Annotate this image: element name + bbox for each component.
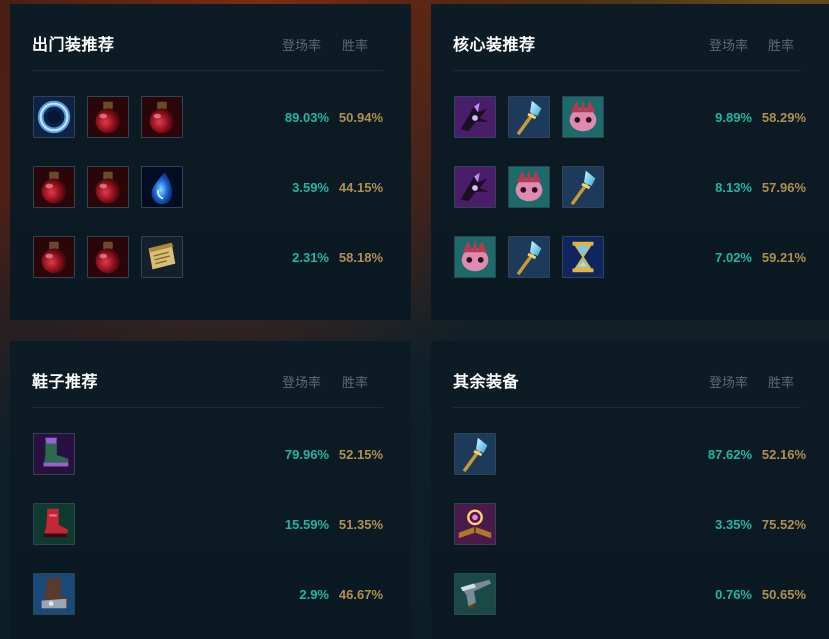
armored-boots-icon[interactable]	[33, 573, 75, 615]
pick-rate-header: 登场率	[709, 375, 749, 390]
pick-rate-header: 登场率	[282, 38, 322, 53]
potion-icon[interactable]	[33, 236, 75, 278]
pick-rate-header: 登场率	[709, 38, 749, 53]
divider	[453, 407, 801, 408]
spellbook-icon[interactable]	[454, 503, 496, 545]
potion-icon[interactable]	[33, 166, 75, 208]
dark-claw-icon[interactable]	[454, 166, 496, 208]
win-rate-value: 51.35%	[338, 517, 383, 532]
win-rate-value: 58.29%	[761, 110, 806, 125]
win-rate-header: 胜率	[342, 375, 369, 390]
pink-mask-icon[interactable]	[562, 96, 604, 138]
build-row[interactable]: 8.13% 57.96%	[454, 166, 806, 210]
potion-icon[interactable]	[87, 236, 129, 278]
build-row[interactable]: 2.9% 46.67%	[33, 573, 383, 617]
potion-icon[interactable]	[87, 166, 129, 208]
win-rate-value: 75.52%	[761, 517, 806, 532]
panel-title: 鞋子推荐	[32, 374, 99, 391]
hourglass-icon[interactable]	[562, 236, 604, 278]
red-boots-icon[interactable]	[33, 503, 75, 545]
pick-rate-value: 15.59%	[284, 517, 329, 532]
tear-icon[interactable]	[141, 166, 183, 208]
pick-rate-value: 7.02%	[715, 250, 752, 265]
divider	[453, 70, 801, 71]
pick-rate-value: 87.62%	[707, 447, 752, 462]
build-row[interactable]: 79.96% 52.15%	[33, 433, 383, 477]
win-rate-value: 52.15%	[338, 447, 383, 462]
pick-rate-value: 2.9%	[299, 587, 329, 602]
crystal-scepter-icon[interactable]	[508, 236, 550, 278]
dark-claw-icon[interactable]	[454, 96, 496, 138]
pick-rate-value: 0.76%	[715, 587, 752, 602]
pink-mask-icon[interactable]	[454, 236, 496, 278]
build-row[interactable]: 0.76% 50.65%	[454, 573, 806, 617]
ring-icon[interactable]	[33, 96, 75, 138]
build-row[interactable]: 3.59% 44.15%	[33, 166, 383, 210]
potion-icon[interactable]	[141, 96, 183, 138]
gunblade-icon[interactable]	[454, 573, 496, 615]
build-row[interactable]: 2.31% 58.18%	[33, 236, 383, 280]
panel-title: 出门装推荐	[32, 37, 115, 54]
pick-rate-value: 3.59%	[292, 180, 329, 195]
win-rate-header: 胜率	[768, 38, 795, 53]
scroll-icon[interactable]	[141, 236, 183, 278]
build-row[interactable]: 3.35% 75.52%	[454, 503, 806, 547]
crystal-scepter-icon[interactable]	[562, 166, 604, 208]
win-rate-value: 46.67%	[338, 587, 383, 602]
win-rate-value: 59.21%	[761, 250, 806, 265]
crystal-scepter-icon[interactable]	[454, 433, 496, 475]
divider	[32, 70, 383, 71]
boots-panel: 鞋子推荐 登场率 胜率 79.96% 52.15% 15.59% 51.35% 2.9%…	[10, 341, 411, 639]
win-rate-header: 胜率	[342, 38, 369, 53]
pick-rate-header: 登场率	[282, 375, 322, 390]
potion-icon[interactable]	[87, 96, 129, 138]
build-row[interactable]: 9.89% 58.29%	[454, 96, 806, 140]
core-items-panel: 核心装推荐 登场率 胜率 9.89% 58.29% 8.13% 57.96% 7.02%…	[431, 4, 829, 320]
pick-rate-value: 2.31%	[292, 250, 329, 265]
build-row[interactable]: 15.59% 51.35%	[33, 503, 383, 547]
sorcerer-boots-icon[interactable]	[33, 433, 75, 475]
win-rate-value: 44.15%	[338, 180, 383, 195]
build-row[interactable]: 7.02% 59.21%	[454, 236, 806, 280]
divider	[32, 407, 383, 408]
build-row[interactable]: 87.62% 52.16%	[454, 433, 806, 477]
pick-rate-value: 8.13%	[715, 180, 752, 195]
pick-rate-value: 89.03%	[284, 110, 329, 125]
win-rate-value: 57.96%	[761, 180, 806, 195]
crystal-scepter-icon[interactable]	[508, 96, 550, 138]
build-row[interactable]: 89.03% 50.94%	[33, 96, 383, 140]
win-rate-header: 胜率	[768, 375, 795, 390]
other-items-panel: 其余装备 登场率 胜率 87.62% 52.16% 3.35% 75.52% 0.76%…	[431, 341, 829, 639]
panel-title: 其余装备	[453, 374, 520, 391]
pink-mask-icon[interactable]	[508, 166, 550, 208]
pick-rate-value: 9.89%	[715, 110, 752, 125]
pick-rate-value: 79.96%	[284, 447, 329, 462]
pick-rate-value: 3.35%	[715, 517, 752, 532]
win-rate-value: 52.16%	[761, 447, 806, 462]
starting-items-panel: 出门装推荐 登场率 胜率 89.03% 50.94% 3.59% 44.15% 2.31…	[10, 4, 411, 320]
panel-title: 核心装推荐	[453, 37, 536, 54]
win-rate-value: 50.65%	[761, 587, 806, 602]
win-rate-value: 50.94%	[338, 110, 383, 125]
win-rate-value: 58.18%	[338, 250, 383, 265]
